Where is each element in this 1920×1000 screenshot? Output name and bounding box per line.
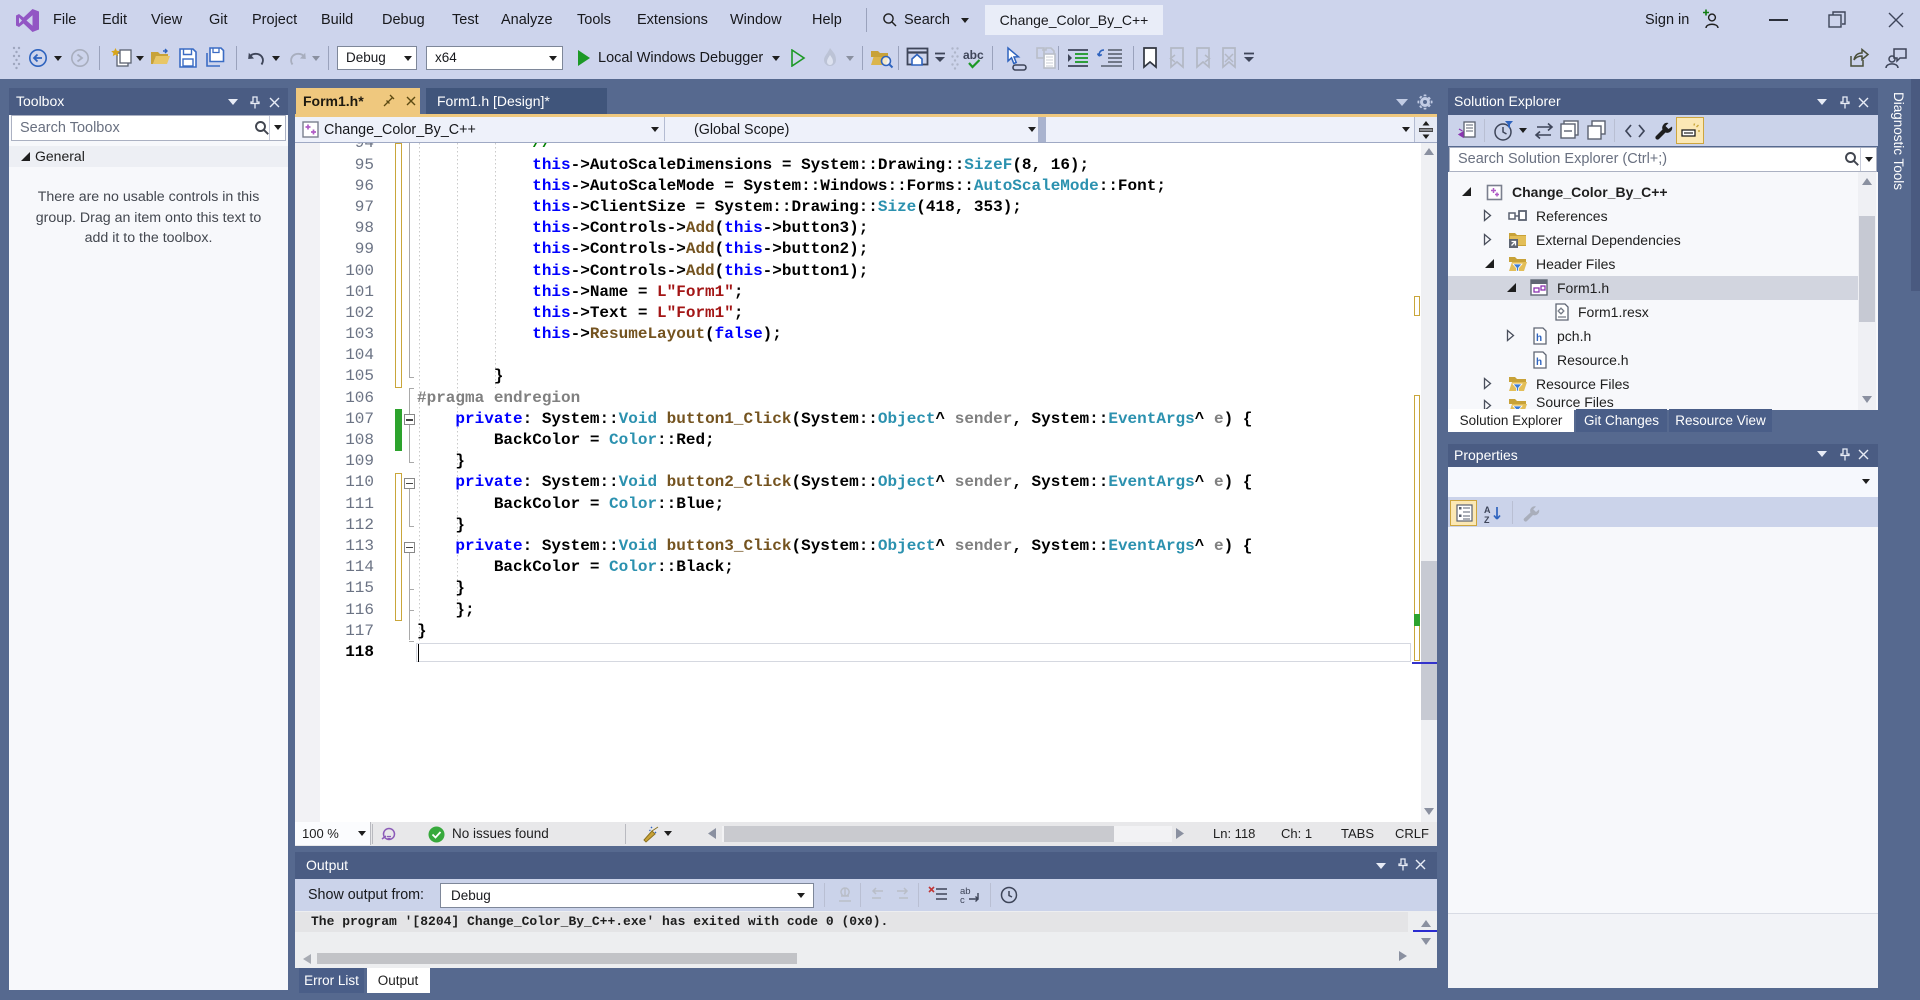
svg-text:Z: Z — [1484, 515, 1490, 524]
svg-text:h: h — [1536, 333, 1542, 344]
svg-text:A: A — [1484, 505, 1491, 515]
svg-text:abc: abc — [963, 48, 984, 62]
svg-text:h: h — [1536, 357, 1542, 368]
svg-text:c: c — [960, 895, 965, 905]
